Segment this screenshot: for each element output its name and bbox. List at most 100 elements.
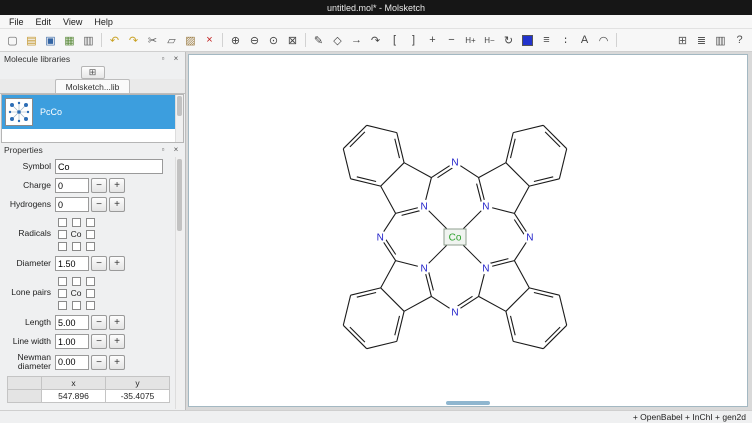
lone-pair-tool-icon[interactable]: ∶ xyxy=(557,32,574,49)
radical-checkbox[interactable] xyxy=(58,218,67,227)
menu-edit[interactable]: Edit xyxy=(30,16,58,28)
library-settings-button[interactable]: ⊞ xyxy=(81,66,105,79)
bracket-close-icon[interactable]: ] xyxy=(405,32,422,49)
library-scrollbar[interactable] xyxy=(175,95,183,142)
lone-pair-checkbox[interactable] xyxy=(72,301,81,310)
properties-scrollbar[interactable] xyxy=(175,157,183,409)
delete-icon[interactable]: × xyxy=(201,32,218,49)
zoom-out-icon[interactable]: ⊖ xyxy=(246,32,263,49)
canvas-hscroll-handle[interactable] xyxy=(446,401,490,405)
charge-label: Charge xyxy=(3,181,55,190)
radical-checkbox[interactable] xyxy=(58,242,67,251)
line-width-icon[interactable]: ≡ xyxy=(538,32,555,49)
view-options-icon[interactable]: ▥ xyxy=(712,32,729,49)
redo-icon[interactable]: ↷ xyxy=(125,32,142,49)
copy-icon[interactable]: ▱ xyxy=(163,32,180,49)
lone-pair-checkbox[interactable] xyxy=(72,277,81,286)
charge-input[interactable] xyxy=(55,178,89,193)
lone-pair-checkbox[interactable] xyxy=(58,289,67,298)
library-item-pcco[interactable]: PcCo xyxy=(2,95,175,129)
tab-molsketch-lib[interactable]: Molsketch...lib xyxy=(55,79,131,93)
menu-file[interactable]: File xyxy=(3,16,30,28)
zoom-fit-icon[interactable]: ⊠ xyxy=(284,32,301,49)
charge-increment-button[interactable]: + xyxy=(109,178,125,193)
paste-icon[interactable]: ▨ xyxy=(182,32,199,49)
diameter-decrement-button[interactable]: − xyxy=(91,256,107,271)
library-scrollbar-handle[interactable] xyxy=(177,96,182,116)
radical-checkbox[interactable] xyxy=(86,230,95,239)
length-input[interactable] xyxy=(55,315,89,330)
zoom-original-icon[interactable]: ⊙ xyxy=(265,32,282,49)
lone-pair-checkbox[interactable] xyxy=(86,289,95,298)
reaction-arrow-icon[interactable]: → xyxy=(348,32,365,49)
hydrogens-input[interactable] xyxy=(55,197,89,212)
library-list: PcCo xyxy=(1,94,184,143)
length-decrement-button[interactable]: − xyxy=(91,315,107,330)
cut-icon[interactable]: ✂ xyxy=(144,32,161,49)
hydrogens-decrement-button[interactable]: − xyxy=(91,197,107,212)
arrange-tool-icon[interactable]: ≣ xyxy=(693,32,710,49)
hydrogen-remove-icon[interactable]: H− xyxy=(481,32,498,49)
color-picker-icon[interactable] xyxy=(519,32,536,49)
float-dock-icon[interactable]: ▫ xyxy=(158,145,168,155)
radical-checkbox[interactable] xyxy=(72,242,81,251)
molecule-drawing: NNNNNNNNCo xyxy=(189,55,748,407)
charge-minus-icon[interactable]: − xyxy=(443,32,460,49)
undo-icon[interactable]: ↶ xyxy=(106,32,123,49)
drawing-canvas[interactable]: NNNNNNNNCo xyxy=(188,54,748,407)
line-width-increment-button[interactable]: + xyxy=(109,334,125,349)
print-icon[interactable]: ▥ xyxy=(80,32,97,49)
bracket-open-icon[interactable]: [ xyxy=(386,32,403,49)
symbol-input[interactable] xyxy=(55,159,163,174)
line-width-input[interactable] xyxy=(55,334,89,349)
close-dock-icon[interactable]: × xyxy=(171,145,181,155)
library-dock-header: Molecule libraries ▫ × xyxy=(0,52,185,65)
open-file-icon[interactable]: ▤ xyxy=(23,32,40,49)
close-dock-icon[interactable]: × xyxy=(171,54,181,64)
length-increment-button[interactable]: + xyxy=(109,315,125,330)
lone-pair-checkbox[interactable] xyxy=(58,277,67,286)
symbol-row: Symbol xyxy=(3,159,171,174)
coord-cell-x[interactable]: 547.896 xyxy=(42,389,106,402)
export-image-icon[interactable]: ▦ xyxy=(61,32,78,49)
line-width-row: Line width − + xyxy=(3,334,171,349)
help-tool-icon[interactable]: ? xyxy=(731,32,748,49)
new-document-icon[interactable]: ▢ xyxy=(4,32,21,49)
save-icon[interactable]: ▣ xyxy=(42,32,59,49)
coord-cell-y[interactable]: -35.4075 xyxy=(106,389,170,402)
properties-scrollbar-handle[interactable] xyxy=(177,159,182,231)
newman-decrement-button[interactable]: − xyxy=(91,355,107,370)
mechanism-arrow-icon[interactable]: ↷ xyxy=(367,32,384,49)
window-title: untitled.mol* - Molsketch xyxy=(327,3,425,13)
hydrogens-increment-button[interactable]: + xyxy=(109,197,125,212)
lone-pair-checkbox[interactable] xyxy=(86,277,95,286)
rotate-tool-icon[interactable]: ↻ xyxy=(500,32,517,49)
draw-tool-icon[interactable]: ✎ xyxy=(310,32,327,49)
radical-checkbox[interactable] xyxy=(58,230,67,239)
selection-tool-icon[interactable]: ◠ xyxy=(595,32,612,49)
align-tool-icon[interactable]: ⊞ xyxy=(674,32,691,49)
svg-text:N: N xyxy=(482,263,489,274)
menu-view[interactable]: View xyxy=(57,16,88,28)
diameter-input[interactable] xyxy=(55,256,89,271)
left-panel: Molecule libraries ▫ × ⊞ Molsketch...lib xyxy=(0,52,186,410)
diameter-increment-button[interactable]: + xyxy=(109,256,125,271)
radical-checkbox[interactable] xyxy=(86,242,95,251)
lone-pairs-label: Lone pairs xyxy=(3,288,55,297)
lone-pair-checkbox[interactable] xyxy=(58,301,67,310)
newman-diameter-input[interactable] xyxy=(55,355,89,370)
newman-increment-button[interactable]: + xyxy=(109,355,125,370)
menu-help[interactable]: Help xyxy=(88,16,119,28)
float-dock-icon[interactable]: ▫ xyxy=(158,54,168,64)
zoom-in-icon[interactable]: ⊕ xyxy=(227,32,244,49)
tool-bar: ▢▤▣▦▥↶↷✂▱▨×⊕⊖⊙⊠✎◇→↷[]+−H+H−↻≡∶A◠⊞≣▥? xyxy=(0,29,752,52)
charge-decrement-button[interactable]: − xyxy=(91,178,107,193)
lone-pair-checkbox[interactable] xyxy=(86,301,95,310)
radical-checkbox[interactable] xyxy=(86,218,95,227)
ring-tool-icon[interactable]: ◇ xyxy=(329,32,346,49)
line-width-decrement-button[interactable]: − xyxy=(91,334,107,349)
radical-checkbox[interactable] xyxy=(72,218,81,227)
charge-plus-icon[interactable]: + xyxy=(424,32,441,49)
hydrogen-add-icon[interactable]: H+ xyxy=(462,32,479,49)
text-tool-icon[interactable]: A xyxy=(576,32,593,49)
